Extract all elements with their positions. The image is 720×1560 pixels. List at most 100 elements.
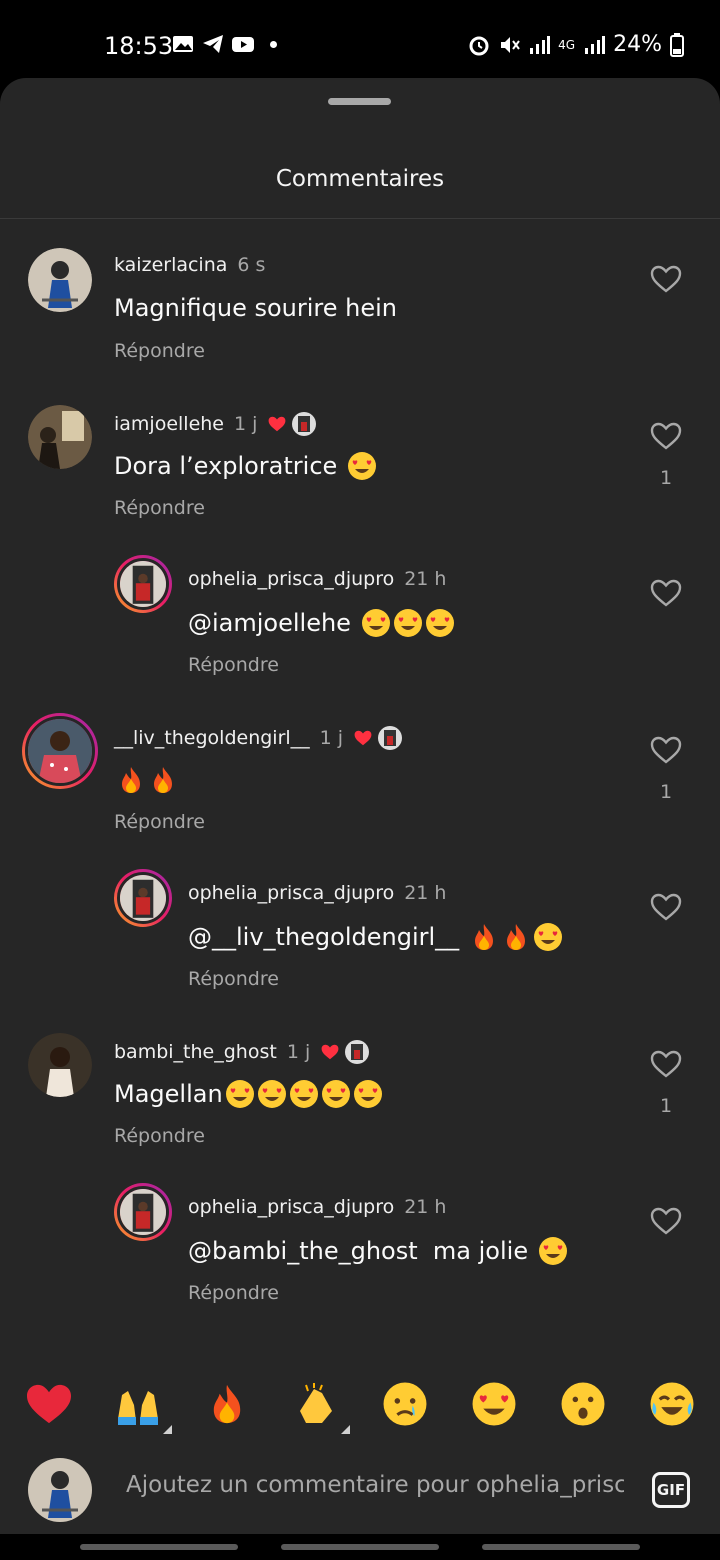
divider [0,218,720,219]
avatar[interactable] [22,713,98,789]
author-liked-badge [267,411,317,437]
comment-username[interactable]: __liv_thegoldengirl__ [114,727,310,749]
gif-button[interactable]: GIF [652,1472,690,1508]
nav-home-button[interactable] [281,1544,439,1550]
comment-input[interactable]: Ajoutez un commentaire pour ophelia_pris… [126,1472,624,1498]
comment-text: @iamjoellehe [188,608,455,638]
reply-button[interactable]: Répondre [114,811,205,833]
avatar[interactable] [114,869,172,927]
red-heart-icon [269,416,286,432]
comment-username[interactable]: ophelia_prisca_djupro [188,882,394,904]
reply-comment-item: ophelia_prisca_djupro 21 h @__liv_thegol… [0,856,720,996]
comment-item: kaizerlacina 6 s Magnifique sourire hein… [0,228,720,368]
user-photo-icon [117,558,169,610]
heart-eyes-emoji-icon [425,609,454,637]
like-heart-icon[interactable] [650,421,682,451]
comment-username[interactable]: iamjoellehe [114,413,224,435]
like-heart-icon[interactable] [650,264,682,294]
status-bar: 18:53 4G 24% [0,0,720,78]
comment-item: iamjoellehe 1 j Dora l’exploratrice Répo… [0,385,720,525]
comment-username[interactable]: ophelia_prisca_djupro [188,568,394,590]
signal-icon-2 [585,35,606,54]
reaction-red-heart[interactable] [23,1378,75,1430]
comment-username[interactable]: kaizerlacina [114,254,227,276]
gallery-icon [173,36,193,52]
reply-button[interactable]: Répondre [188,1282,279,1304]
heart-eyes-emoji-icon [257,1080,286,1108]
like-heart-icon[interactable] [650,578,682,608]
reaction-crying-face[interactable] [379,1378,431,1430]
avatar[interactable] [28,1033,92,1097]
crying-face-emoji-icon [383,1382,426,1426]
reply-button[interactable]: Répondre [188,968,279,990]
reply-button[interactable]: Répondre [188,654,279,676]
sheet-title: Commentaires [275,166,445,192]
author-avatar-icon [345,1040,370,1064]
like-count: 1 [660,467,673,489]
clapping-hands-emoji-icon [299,1383,332,1423]
avatar[interactable] [114,1183,172,1241]
heart-eyes-emoji-icon [321,1080,350,1108]
heart-eyes-emoji-icon [225,1080,254,1108]
comment-text: Magellan [114,1079,383,1109]
comment-text: @bambi_the_ghost ma jolie [188,1236,568,1266]
like-heart-icon[interactable] [650,1049,682,1079]
user-photo-icon [25,716,95,786]
avatar[interactable] [114,555,172,613]
comment-time: 1 j [319,727,344,749]
comment-username[interactable]: ophelia_prisca_djupro [188,1196,394,1218]
reply-button[interactable]: Répondre [114,497,205,519]
telegram-icon [203,35,223,53]
reply-button[interactable]: Répondre [114,1125,205,1147]
user-photo-icon [28,248,92,312]
fire-emoji-icon [475,924,494,950]
avatar[interactable] [28,405,92,469]
comments-sheet: Commentaires kaizerlacina 6 s Magnifique… [0,78,720,1560]
signal-icon [530,35,551,54]
heart-eyes-emoji-icon [353,1080,382,1108]
reaction-heart-eyes[interactable] [468,1378,520,1430]
drag-handle[interactable] [328,98,391,105]
nav-recents-button[interactable] [80,1544,238,1550]
nav-back-button[interactable] [482,1544,640,1550]
user-photo-icon [28,405,92,469]
red-heart-icon [354,730,372,746]
quick-reactions-bar [0,1372,720,1436]
fire-emoji-icon [154,767,172,793]
comment-text: Dora l’exploratrice [114,451,377,481]
like-heart-icon[interactable] [650,892,682,922]
heart-eyes-emoji-icon [289,1080,318,1108]
comment-time: 21 h [404,1196,447,1218]
reaction-raising-hands[interactable] [112,1378,172,1434]
fire-emoji-icon [213,1384,240,1424]
user-photo-icon [28,1458,92,1522]
heart-eyes-emoji-icon [361,609,390,637]
comment-text: @__liv_thegoldengirl__ [188,922,563,952]
youtube-icon [232,37,254,52]
reply-comment-item: ophelia_prisca_djupro 21 h @bambi_the_gh… [0,1170,720,1310]
like-heart-icon[interactable] [650,1206,682,1236]
battery-percent: 24% [613,32,662,57]
reaction-surprised-face[interactable] [557,1378,609,1430]
user-photo-icon [117,872,169,924]
comment-text [114,765,178,795]
comment-item: bambi_the_ghost 1 j Magellan Répondre 1 [0,1013,720,1153]
reaction-tears-of-joy[interactable] [646,1378,698,1430]
heart-eyes-emoji-icon [348,452,377,480]
comment-time: 1 j [286,1041,311,1063]
red-heart-emoji-icon [26,1384,71,1424]
surprised-face-emoji-icon [561,1382,604,1426]
comment-username[interactable]: bambi_the_ghost [114,1041,277,1063]
author-liked-badge [320,1039,370,1065]
battery-icon [670,32,684,57]
notification-dot-icon [270,40,277,48]
reaction-fire[interactable] [201,1378,253,1430]
like-heart-icon[interactable] [650,735,682,765]
avatar[interactable] [28,248,92,312]
reply-comment-item: ophelia_prisca_djupro 21 h @iamjoellehe … [0,542,720,682]
reply-button[interactable]: Répondre [114,340,205,362]
raising-hands-emoji-icon [117,1391,158,1425]
like-count: 1 [660,781,673,803]
reaction-clapping-hands[interactable] [290,1378,350,1434]
comment-text: Magnifique sourire hein [114,294,398,322]
